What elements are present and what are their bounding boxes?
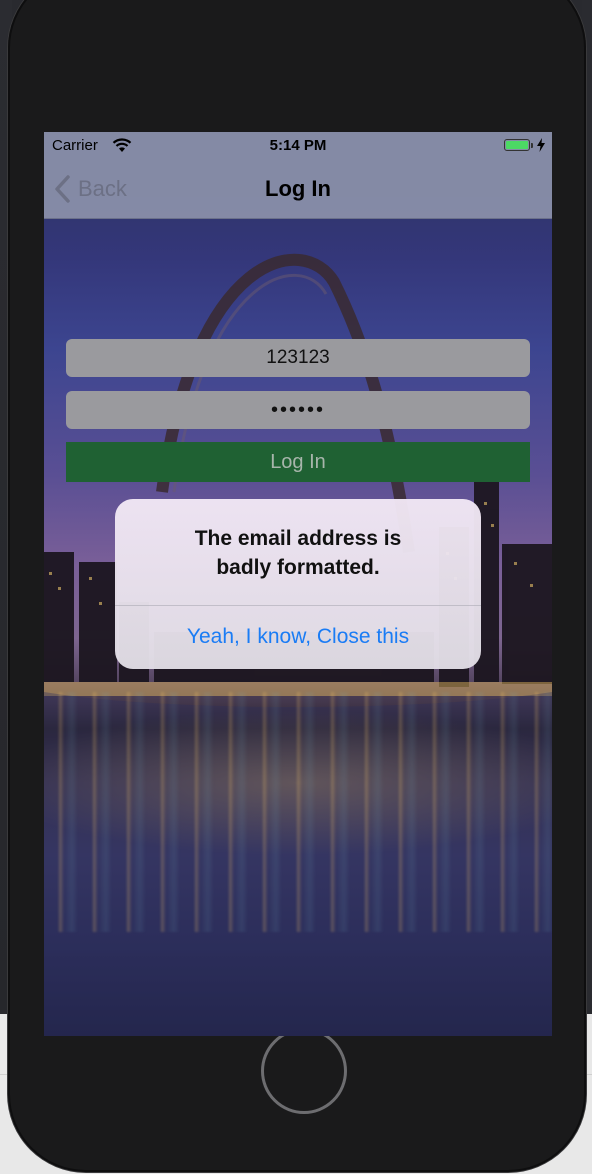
alert-message: The email address is badly formatted. bbox=[135, 524, 461, 582]
email-field[interactable]: 123123 bbox=[66, 339, 530, 377]
page-title: Log In bbox=[265, 176, 331, 201]
battery-icon bbox=[504, 139, 533, 151]
home-button[interactable] bbox=[261, 1028, 347, 1114]
password-field[interactable]: •••••• bbox=[66, 391, 530, 429]
alert-close-button[interactable]: Yeah, I know, Close this bbox=[115, 605, 481, 669]
water-reflection bbox=[44, 692, 552, 932]
status-bar: Carrier 5:14 PM bbox=[44, 132, 552, 160]
clock-time: 5:14 PM bbox=[269, 137, 327, 154]
alert-message-line-2: badly formatted. bbox=[216, 556, 380, 579]
alert-message-line-1: The email address is bbox=[194, 527, 402, 550]
login-button[interactable]: Log In bbox=[66, 442, 530, 482]
alert-dialog: The email address is badly formatted. Ye… bbox=[115, 499, 481, 669]
app-screen: Carrier 5:14 PM Back Log In 123123 •••••… bbox=[44, 132, 552, 1036]
charging-bolt-icon bbox=[537, 138, 545, 152]
navigation-bar: Back Log In bbox=[44, 160, 552, 219]
